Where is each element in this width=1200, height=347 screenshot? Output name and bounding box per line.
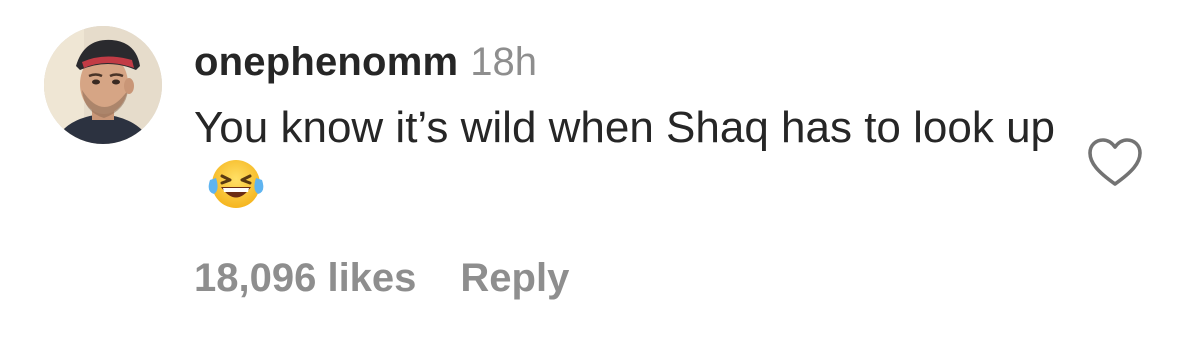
heart-outline-icon[interactable] [1086, 136, 1144, 188]
timestamp: 18h [470, 40, 537, 84]
comment-text: You know it’s wild when Shaq has to look… [194, 103, 1056, 152]
username[interactable]: onephenomm [194, 40, 458, 84]
avatar[interactable] [44, 26, 162, 144]
comment-footer: 18,096 likes Reply [194, 254, 569, 302]
comment-text-block: You know it’s wild when Shaq has to look… [194, 100, 1074, 214]
likes-count[interactable]: 18,096 likes [194, 256, 416, 300]
comment-header: onephenomm 18h [194, 38, 537, 95]
face-with-tears-of-joy-icon [208, 156, 264, 212]
comment: onephenomm 18h You know it’s wild when Sh… [0, 0, 1200, 347]
reply-button[interactable]: Reply [460, 256, 569, 300]
avatar-image [44, 26, 162, 144]
